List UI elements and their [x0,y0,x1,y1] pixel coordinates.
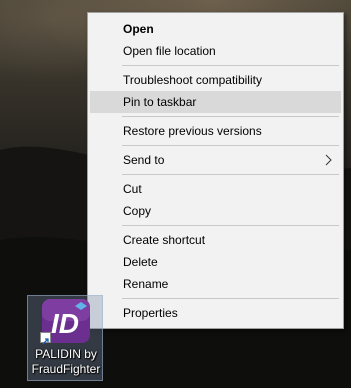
menu-item-label: Send to [123,153,165,167]
menu-separator [122,174,339,175]
menu-item-delete[interactable]: Delete [90,251,341,273]
context-menu: Open Open file location Troubleshoot com… [87,12,344,329]
menu-separator [122,116,339,117]
menu-separator [122,298,339,299]
menu-item-label: Open file location [123,44,216,58]
menu-item-create-shortcut[interactable]: Create shortcut [90,229,341,251]
menu-item-label: Open [123,22,154,36]
icon-label-line2: FraudFighter [31,362,101,376]
menu-item-troubleshoot-compatibility[interactable]: Troubleshoot compatibility [90,69,341,91]
menu-separator [122,225,339,226]
menu-separator [122,145,339,146]
palidin-logo-text: ID [51,308,79,339]
menu-item-pin-to-taskbar[interactable]: Pin to taskbar [90,91,341,113]
desktop-shortcut-palidin[interactable]: ID PALIDIN by FraudFighter [27,295,103,381]
menu-item-label: Restore previous versions [123,124,262,138]
menu-item-open-file-location[interactable]: Open file location [90,40,341,62]
desktop-icon-label: PALIDIN by FraudFighter [28,347,104,377]
menu-item-open[interactable]: Open [90,18,341,40]
menu-item-send-to[interactable]: Send to [90,149,341,171]
menu-item-label: Create shortcut [123,233,206,247]
menu-item-label: Delete [123,255,158,269]
menu-item-label: Troubleshoot compatibility [123,73,262,87]
menu-item-restore-previous-versions[interactable]: Restore previous versions [90,120,341,142]
menu-item-properties[interactable]: Properties [90,302,341,324]
menu-item-label: Properties [123,306,178,320]
menu-item-rename[interactable]: Rename [90,273,341,295]
menu-item-label: Copy [123,204,152,218]
shortcut-arrow-icon [40,332,51,345]
menu-item-label: Pin to taskbar [123,95,197,109]
menu-item-label: Cut [123,182,142,196]
menu-item-label: Rename [123,277,169,291]
chevron-right-icon [325,154,332,166]
icon-label-line1: PALIDIN by [35,347,97,361]
menu-item-copy[interactable]: Copy [90,200,341,222]
menu-separator [122,65,339,66]
menu-item-cut[interactable]: Cut [90,178,341,200]
